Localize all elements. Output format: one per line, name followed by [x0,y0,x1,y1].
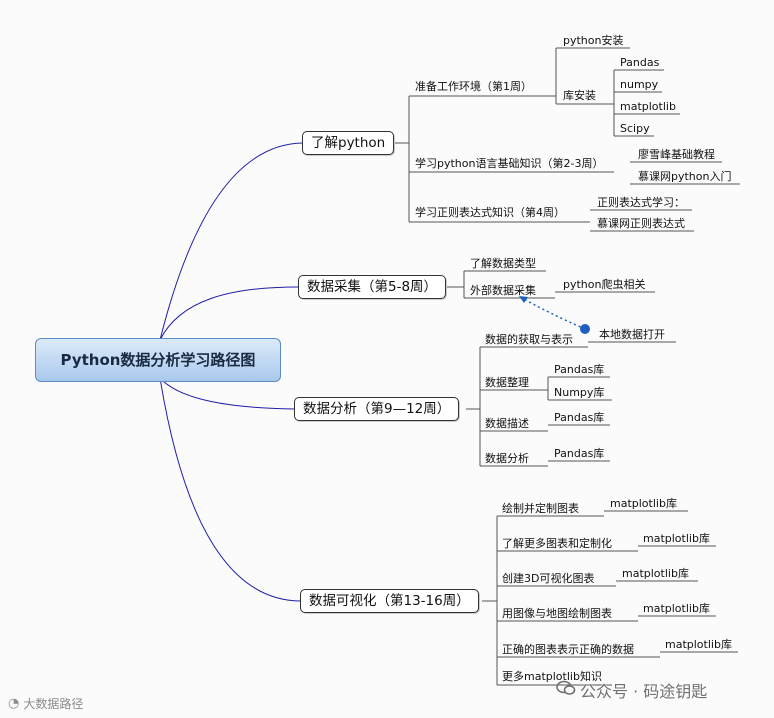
root-node[interactable]: Python数据分析学习路径图 [35,338,281,382]
node-viz-more-charts[interactable]: 了解更多图表和定制化 [502,537,612,551]
watermark-left: ◔ 大数据路径 [8,695,83,712]
node-matplotlib[interactable]: matplotlib [620,100,676,114]
node-local-data-open[interactable]: 本地数据打开 [599,328,665,342]
node-data-collection[interactable]: 数据采集（第5-8周） [298,275,447,299]
node-regex-study[interactable]: 正则表达式学习： [597,196,685,210]
node-viz-right-chart[interactable]: 正确的图表表示正确的数据 [502,643,634,657]
node-tidy-pandas[interactable]: Pandas库 [554,363,604,377]
node-python-crawler[interactable]: python爬虫相关 [563,278,645,292]
node-data-tidy[interactable]: 数据整理 [485,376,529,390]
node-data-analysis[interactable]: 数据分析（第9—12周） [294,397,460,421]
logo-mark-icon: ◔ [8,696,20,711]
node-data-types[interactable]: 了解数据类型 [470,257,536,271]
root-link-analysis [159,377,295,410]
node-data-visualization[interactable]: 数据可视化（第13-16周） [300,589,479,613]
dotted-relation-link [521,297,586,330]
mindmap-canvas: Python数据分析学习路径图 了解python 数据采集（第5-8周） 数据分… [0,0,774,718]
watermark-right-text: 公众号 · 码途钥匙 [580,682,708,701]
node-viz-right-chart-lib[interactable]: matplotlib库 [665,638,732,652]
root-link-viz [159,377,301,602]
node-lib-install[interactable]: 库安装 [563,89,596,103]
node-viz-more-charts-lib[interactable]: matplotlib库 [643,532,710,546]
node-data-acquire[interactable]: 数据的获取与表示 [485,333,573,347]
python-links [394,47,740,232]
node-python-basics[interactable]: 学习python语言基础知识（第2-3周） [415,157,603,171]
node-pandas[interactable]: Pandas [620,56,659,70]
watermark-right: 公众号 · 码途钥匙 [556,678,707,702]
root-link-python [159,142,303,341]
node-scipy[interactable]: Scipy [620,122,650,136]
node-prepare-env[interactable]: 准备工作环境（第1周） [415,80,532,94]
node-mooc-python-intro[interactable]: 慕课网python入门 [638,170,731,184]
node-tidy-numpy[interactable]: Numpy库 [554,386,604,400]
node-data-describe[interactable]: 数据描述 [485,417,529,431]
relation-dot [580,324,590,334]
node-numpy[interactable]: numpy [620,78,658,92]
node-mooc-regex[interactable]: 慕课网正则表达式 [597,217,685,231]
node-viz-custom-charts-lib[interactable]: matplotlib库 [610,497,677,511]
node-describe-pandas[interactable]: Pandas库 [554,411,604,425]
node-viz-image-map-lib[interactable]: matplotlib库 [643,602,710,616]
watermark-left-text: 大数据路径 [23,697,84,711]
node-viz-image-map[interactable]: 用图像与地图绘制图表 [502,607,612,621]
node-data-analyze[interactable]: 数据分析 [485,452,529,466]
node-analyze-pandas[interactable]: Pandas库 [554,447,604,461]
node-liao-tutorial[interactable]: 廖雪峰基础教程 [638,148,715,162]
root-link-collect [159,286,299,341]
node-understand-python[interactable]: 了解python [302,131,395,155]
node-viz-custom-charts[interactable]: 绘制并定制图表 [502,502,579,516]
node-viz-3d-charts[interactable]: 创建3D可视化图表 [502,572,594,586]
node-python-install[interactable]: python安装 [563,34,623,48]
node-regex-knowledge[interactable]: 学习正则表达式知识（第4周） [415,206,565,220]
wechat-icon [556,680,576,700]
node-viz-3d-charts-lib[interactable]: matplotlib库 [622,567,689,581]
node-external-collection[interactable]: 外部数据采集 [470,284,536,298]
